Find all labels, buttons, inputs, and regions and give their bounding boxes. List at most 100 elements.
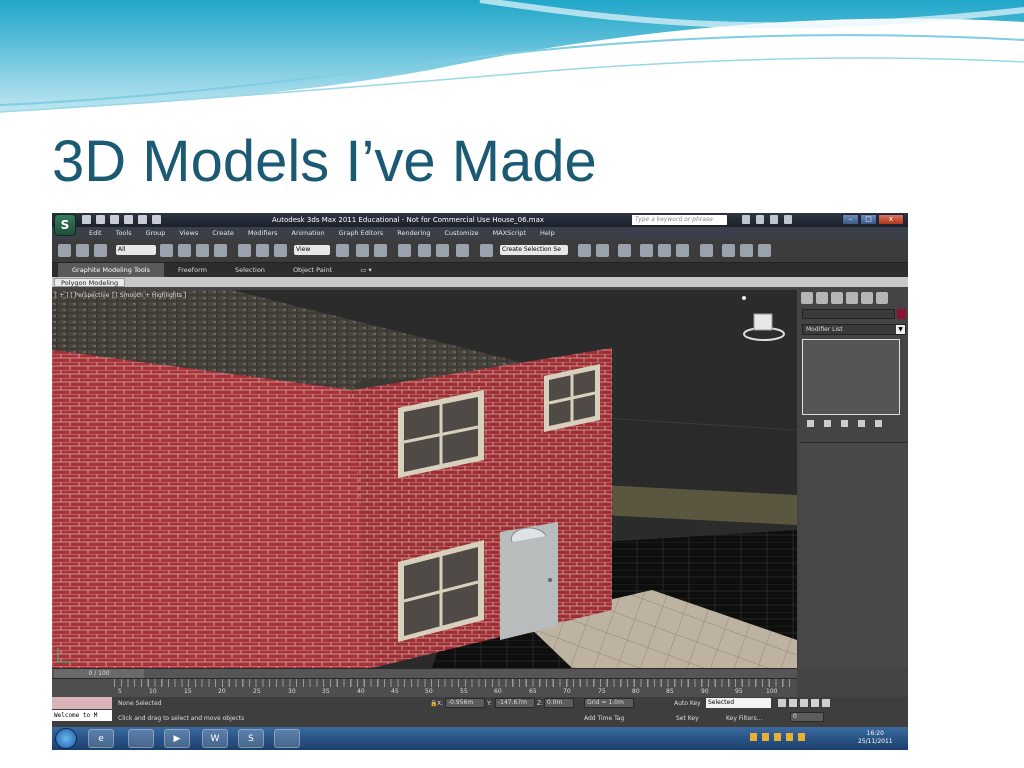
- auto-key-button[interactable]: Auto Key: [674, 700, 701, 707]
- menu-group[interactable]: Group: [139, 227, 173, 239]
- ribbon-options-icon[interactable]: ▭ ▾: [346, 263, 385, 277]
- start-button[interactable]: [55, 728, 77, 749]
- go-to-end-icon[interactable]: [822, 699, 830, 707]
- snap-toggle-icon[interactable]: [398, 244, 411, 257]
- graphite-toggle-icon[interactable]: [640, 244, 653, 257]
- trackbar[interactable]: 5 10 15 20 25 30 35 40 45 50 55 60 65 70…: [52, 678, 797, 697]
- maxscript-listener-mini[interactable]: [52, 697, 112, 709]
- time-slider[interactable]: 0 / 100: [52, 668, 797, 678]
- select-by-name-icon[interactable]: [178, 244, 191, 257]
- rendered-frame-icon[interactable]: [740, 244, 753, 257]
- z-coordinate-field[interactable]: 0.0m: [544, 698, 574, 708]
- tray-icon[interactable]: [750, 733, 757, 741]
- explorer-folder-icon[interactable]: [128, 729, 154, 748]
- menu-tools[interactable]: Tools: [109, 227, 139, 239]
- project-folder-icon[interactable]: [152, 215, 161, 224]
- manipulate-icon[interactable]: [356, 244, 369, 257]
- tab-graphite-modeling-tools[interactable]: Graphite Modeling Tools: [58, 263, 165, 277]
- menu-customize[interactable]: Customize: [437, 227, 485, 239]
- word-icon[interactable]: W: [202, 729, 228, 748]
- star-icon[interactable]: [770, 215, 778, 224]
- play-icon[interactable]: [800, 699, 808, 707]
- align-icon[interactable]: [596, 244, 609, 257]
- media-player-icon[interactable]: ▶: [164, 729, 190, 748]
- mirror-icon[interactable]: [578, 244, 591, 257]
- reference-coordinate-dropdown[interactable]: View: [294, 245, 330, 255]
- system-clock[interactable]: 16:20 25/11/2011: [858, 730, 893, 746]
- edit-named-selection-icon[interactable]: [480, 244, 493, 257]
- menu-rendering[interactable]: Rendering: [390, 227, 437, 239]
- new-file-icon[interactable]: [82, 215, 91, 224]
- menu-graph-editors[interactable]: Graph Editors: [332, 227, 391, 239]
- schematic-view-icon[interactable]: [676, 244, 689, 257]
- show-end-result-icon[interactable]: [824, 420, 831, 427]
- tab-object-paint[interactable]: Object Paint: [279, 263, 346, 277]
- app-menu-logo-button[interactable]: S: [54, 214, 76, 236]
- render-setup-icon[interactable]: [722, 244, 735, 257]
- remove-modifier-icon[interactable]: [858, 420, 865, 427]
- curve-editor-icon[interactable]: [658, 244, 671, 257]
- named-selection-sets-dropdown[interactable]: Create Selection Se: [500, 245, 568, 255]
- selection-filter-dropdown[interactable]: All: [116, 245, 156, 255]
- tab-freeform[interactable]: Freeform: [164, 263, 221, 277]
- minimize-button[interactable]: –: [842, 214, 859, 225]
- open-file-icon[interactable]: [96, 215, 105, 224]
- menu-help[interactable]: Help: [533, 227, 562, 239]
- redo-icon[interactable]: [138, 215, 147, 224]
- display-tab-icon[interactable]: [861, 292, 873, 304]
- make-unique-icon[interactable]: [841, 420, 848, 427]
- move-icon[interactable]: [238, 244, 251, 257]
- percent-snap-icon[interactable]: [436, 244, 449, 257]
- binoculars-icon[interactable]: [742, 215, 750, 224]
- tray-icon[interactable]: [762, 733, 769, 741]
- previous-frame-icon[interactable]: [789, 699, 797, 707]
- set-key-button[interactable]: Set Key: [676, 715, 699, 722]
- material-editor-icon[interactable]: [700, 244, 713, 257]
- pivot-icon[interactable]: [336, 244, 349, 257]
- spinner-snap-icon[interactable]: [456, 244, 469, 257]
- modify-tab-icon[interactable]: [816, 292, 828, 304]
- rectangular-selection-icon[interactable]: [196, 244, 209, 257]
- go-to-start-icon[interactable]: [778, 699, 786, 707]
- x-coordinate-field[interactable]: -0.956m: [445, 698, 485, 708]
- help-icon[interactable]: [784, 215, 792, 224]
- viewport-label[interactable]: [ + ] [ Perspective ] [ Smooth + Highlig…: [55, 292, 186, 299]
- modifier-list-dropdown[interactable]: Modifier List ▼: [802, 324, 906, 335]
- link-icon[interactable]: [58, 244, 71, 257]
- auto-key-selection-dropdown[interactable]: Selected: [706, 698, 771, 708]
- hierarchy-tab-icon[interactable]: [831, 292, 843, 304]
- rotate-icon[interactable]: [256, 244, 269, 257]
- window-crossing-icon[interactable]: [214, 244, 227, 257]
- key-filters-button[interactable]: Key Filters...: [726, 715, 763, 722]
- menu-views[interactable]: Views: [172, 227, 205, 239]
- save-file-icon[interactable]: [110, 215, 119, 224]
- y-coordinate-field[interactable]: -147.67m: [495, 698, 535, 708]
- select-object-icon[interactable]: [160, 244, 173, 257]
- bind-space-warp-icon[interactable]: [94, 244, 107, 257]
- maximize-button[interactable]: □: [860, 214, 877, 225]
- tab-selection[interactable]: Selection: [221, 263, 279, 277]
- close-button[interactable]: x: [878, 214, 904, 225]
- maxscript-welcome-text[interactable]: Welcome to M: [52, 710, 112, 721]
- scale-icon[interactable]: [274, 244, 287, 257]
- configure-modifier-sets-icon[interactable]: [875, 420, 882, 427]
- angle-snap-icon[interactable]: [418, 244, 431, 257]
- polygon-modeling-panel[interactable]: Polygon Modeling: [54, 278, 126, 287]
- time-slider-thumb[interactable]: 0 / 100: [54, 669, 144, 678]
- current-frame-field[interactable]: 0: [790, 712, 824, 722]
- pin-stack-icon[interactable]: [807, 420, 814, 427]
- volume-icon[interactable]: [798, 733, 805, 741]
- add-time-tag[interactable]: Add Time Tag: [584, 715, 624, 722]
- menu-edit[interactable]: Edit: [82, 227, 109, 239]
- internet-explorer-icon[interactable]: e: [88, 729, 114, 748]
- network-icon[interactable]: [786, 733, 793, 741]
- menu-create[interactable]: Create: [205, 227, 241, 239]
- layer-manager-icon[interactable]: [618, 244, 631, 257]
- perspective-viewport[interactable]: [ + ] [ Perspective ] [ Smooth + Highlig…: [52, 290, 797, 668]
- tools-icon[interactable]: [756, 215, 764, 224]
- create-tab-icon[interactable]: [801, 292, 813, 304]
- render-production-icon[interactable]: [758, 244, 771, 257]
- menu-modifiers[interactable]: Modifiers: [241, 227, 285, 239]
- next-frame-icon[interactable]: [811, 699, 819, 707]
- 3dsmax-taskbar-icon[interactable]: S: [238, 729, 264, 748]
